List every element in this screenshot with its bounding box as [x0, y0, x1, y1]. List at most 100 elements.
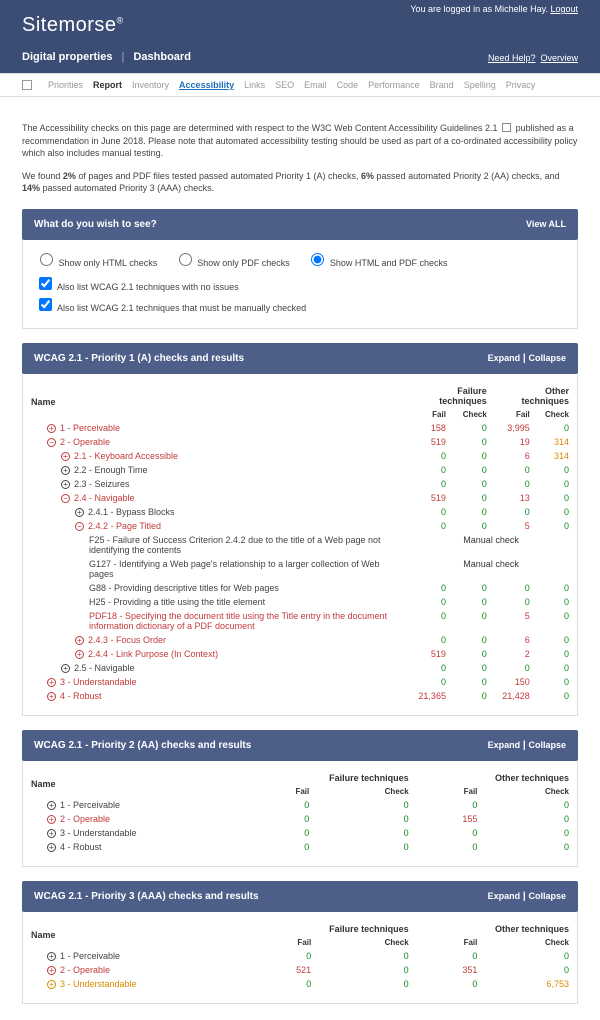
- logout-link[interactable]: Logout: [550, 4, 578, 14]
- expand-icon[interactable]: +: [75, 636, 84, 645]
- tab-brand[interactable]: Brand: [430, 80, 454, 90]
- tab-links[interactable]: Links: [244, 80, 265, 90]
- cell-check-other: 0: [483, 840, 575, 854]
- breadcrumb-1[interactable]: Digital properties: [22, 51, 112, 63]
- expand-icon[interactable]: +: [47, 692, 56, 701]
- collapse-link[interactable]: Collapse: [528, 891, 566, 901]
- table-row: G88 - Providing descriptive titles for W…: [25, 581, 575, 595]
- cell-fail-other: 0: [415, 798, 484, 812]
- criterion-link[interactable]: 3 - Understandable: [60, 677, 137, 687]
- criterion-link[interactable]: 3 - Understandable: [60, 979, 137, 989]
- cell-fail-failure: 0: [244, 812, 315, 826]
- expand-link[interactable]: Expand: [488, 891, 521, 901]
- criterion-link[interactable]: 2.4.2 - Page Titled: [88, 521, 161, 531]
- cell-check-failure: 0: [452, 609, 493, 633]
- section-title: WCAG 2.1 - Priority 1 (A) checks and res…: [34, 353, 244, 364]
- criterion-link[interactable]: 2.4.3 - Focus Order: [88, 635, 166, 645]
- tab-accessibility[interactable]: Accessibility: [179, 80, 234, 90]
- criterion-link[interactable]: 2.4 - Navigable: [74, 493, 135, 503]
- expand-icon[interactable]: +: [61, 480, 70, 489]
- cell-check-other: 0: [536, 595, 575, 609]
- check-noissues[interactable]: Also list WCAG 2.1 techniques with no is…: [35, 274, 565, 293]
- expand-icon[interactable]: +: [47, 952, 56, 961]
- tab-email[interactable]: Email: [304, 80, 327, 90]
- cell-check-failure: 0: [452, 449, 493, 463]
- table-row: +2.2 - Enough Time0000: [25, 463, 575, 477]
- overview-link[interactable]: Overview: [540, 53, 578, 63]
- login-prefix: You are logged in as: [410, 4, 494, 14]
- cell-fail-failure: 0: [407, 675, 452, 689]
- criterion-link[interactable]: 2.5 - Navigable: [74, 663, 135, 673]
- criterion-link[interactable]: 2 - Operable: [60, 965, 110, 975]
- expand-icon[interactable]: +: [47, 801, 56, 810]
- tab-privacy[interactable]: Privacy: [506, 80, 536, 90]
- criterion-link[interactable]: 2 - Operable: [60, 437, 110, 447]
- radio-html[interactable]: Show only HTML checks: [35, 258, 157, 268]
- tab-report[interactable]: Report: [93, 80, 122, 90]
- criterion-link[interactable]: 4 - Robust: [60, 842, 102, 852]
- expand-icon[interactable]: +: [47, 843, 56, 852]
- table-row: G127 - Identifying a Web page's relation…: [25, 557, 575, 581]
- criterion-link[interactable]: 2.1 - Keyboard Accessible: [74, 451, 178, 461]
- criterion-link[interactable]: 1 - Perceivable: [60, 951, 120, 961]
- pct-aa: 6%: [361, 171, 374, 181]
- table-row: +3 - Understandable001500: [25, 675, 575, 689]
- cell-fail-failure: 0: [407, 581, 452, 595]
- criterion-link[interactable]: 2.3 - Seizures: [74, 479, 130, 489]
- tab-inventory[interactable]: Inventory: [132, 80, 169, 90]
- collapse-link[interactable]: Collapse: [528, 353, 566, 363]
- criterion-link: F25 - Failure of Success Criterion 2.4.2…: [89, 535, 381, 555]
- criterion-link[interactable]: 4 - Robust: [60, 691, 102, 701]
- tab-code[interactable]: Code: [337, 80, 359, 90]
- expand-link[interactable]: Expand: [488, 740, 521, 750]
- radio-pdf[interactable]: Show only PDF checks: [174, 258, 290, 268]
- expand-icon[interactable]: +: [47, 980, 56, 989]
- cell-check-failure: 0: [317, 977, 414, 991]
- filter-options: Show only HTML checks Show only PDF chec…: [22, 240, 578, 329]
- criterion-link[interactable]: 3 - Understandable: [60, 828, 137, 838]
- check-manual[interactable]: Also list WCAG 2.1 techniques that must …: [35, 295, 565, 314]
- collapse-link[interactable]: Collapse: [528, 740, 566, 750]
- collapse-icon[interactable]: −: [61, 494, 70, 503]
- criterion-link[interactable]: 2 - Operable: [60, 814, 110, 824]
- tab-seo[interactable]: SEO: [275, 80, 294, 90]
- cell-fail-failure: 0: [244, 798, 315, 812]
- criterion-link[interactable]: 2.4.4 - Link Purpose (In Context): [88, 649, 218, 659]
- cell-check-failure: 0: [452, 519, 493, 533]
- cell-check-other: 0: [536, 491, 575, 505]
- cell-fail-other: 0: [493, 661, 536, 675]
- criterion-link[interactable]: 2.2 - Enough Time: [74, 465, 148, 475]
- criterion-link[interactable]: 2.4.1 - Bypass Blocks: [88, 507, 175, 517]
- cell-check-failure: 0: [452, 463, 493, 477]
- section-title: WCAG 2.1 - Priority 2 (AA) checks and re…: [34, 740, 251, 751]
- expand-icon[interactable]: +: [47, 815, 56, 824]
- expand-icon[interactable]: +: [61, 466, 70, 475]
- breadcrumb-2[interactable]: Dashboard: [133, 51, 190, 63]
- cell-fail-failure: 0: [244, 840, 315, 854]
- view-all-link[interactable]: View ALL: [526, 219, 566, 229]
- expand-icon[interactable]: +: [47, 424, 56, 433]
- expand-icon[interactable]: +: [61, 452, 70, 461]
- col-othergrp: Other techniques: [415, 771, 575, 785]
- expand-icon[interactable]: +: [75, 650, 84, 659]
- radio-both[interactable]: Show HTML and PDF checks: [306, 258, 447, 268]
- expand-icon[interactable]: +: [47, 966, 56, 975]
- criterion-link[interactable]: 1 - Perceivable: [60, 423, 120, 433]
- expand-icon[interactable]: +: [47, 829, 56, 838]
- tab-priorities[interactable]: Priorities: [48, 80, 83, 90]
- cell-check-failure: 0: [315, 840, 414, 854]
- cell-check-other: 0: [536, 519, 575, 533]
- collapse-icon[interactable]: −: [47, 438, 56, 447]
- expand-icon[interactable]: +: [75, 508, 84, 517]
- cell-fail-failure: 158: [407, 421, 452, 435]
- tab-spelling[interactable]: Spelling: [464, 80, 496, 90]
- collapse-icon[interactable]: −: [75, 522, 84, 531]
- expand-icon[interactable]: +: [61, 664, 70, 673]
- criterion-link[interactable]: 1 - Perceivable: [60, 800, 120, 810]
- cell-check-other: 0: [536, 581, 575, 595]
- expand-icon[interactable]: +: [47, 678, 56, 687]
- tab-performance[interactable]: Performance: [368, 80, 420, 90]
- cell-fail-other: 5: [493, 519, 536, 533]
- expand-link[interactable]: Expand: [488, 353, 521, 363]
- need-help-link[interactable]: Need Help?: [488, 53, 536, 63]
